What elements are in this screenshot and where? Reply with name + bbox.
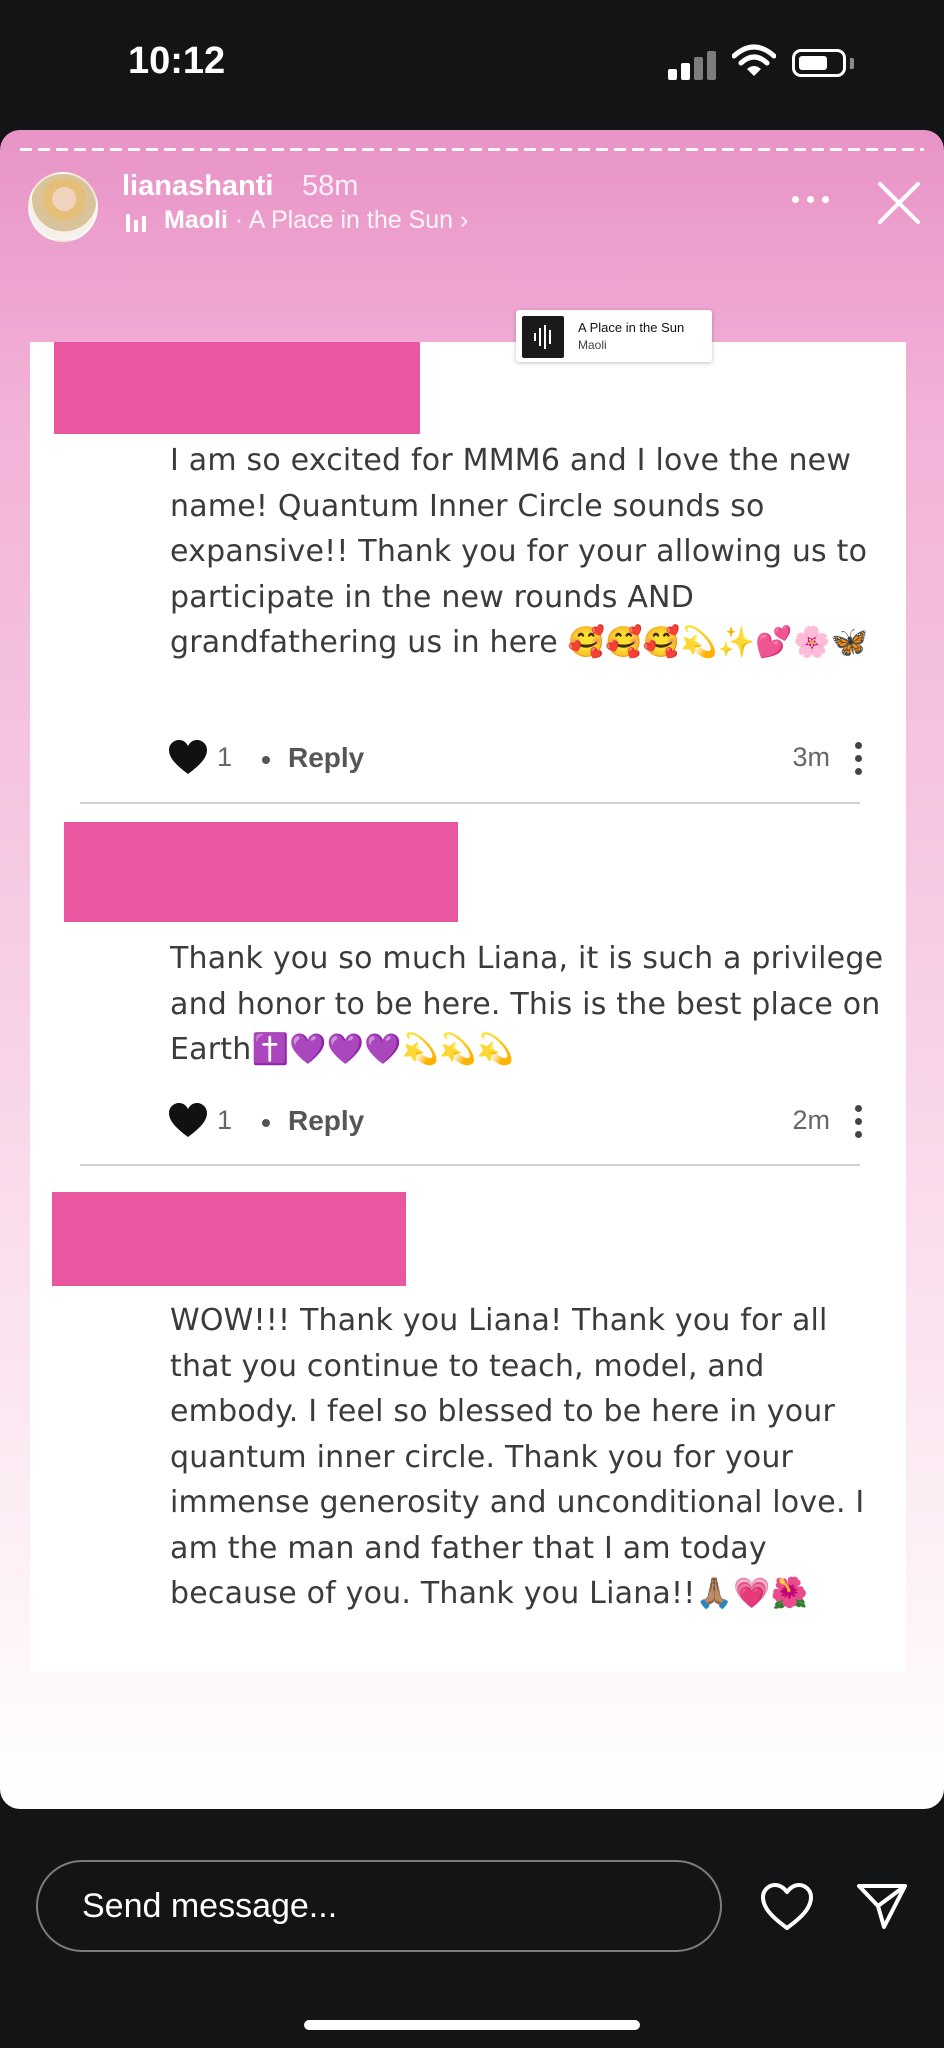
avatar[interactable] [28, 172, 98, 242]
separator-dot [262, 1119, 270, 1127]
comments-screenshot: I am so excited for MMM6 and I love the … [30, 342, 906, 1672]
reply-button[interactable]: Reply [288, 1105, 364, 1137]
share-icon[interactable] [856, 1882, 908, 1930]
more-icon[interactable] [792, 190, 832, 210]
kebab-icon[interactable] [853, 1105, 863, 1139]
music-separator: · [227, 206, 249, 234]
sticker-song-title: A Place in the Sun [578, 320, 685, 335]
kebab-icon[interactable] [853, 742, 863, 776]
battery-tip [850, 58, 854, 69]
like-count: 1 [217, 1105, 233, 1135]
heart-icon[interactable] [168, 740, 208, 776]
story-posted-time: 58m [302, 170, 359, 202]
music-album-icon [522, 316, 564, 358]
divider [80, 802, 860, 804]
comment-time: 2m [792, 1105, 830, 1135]
separator-dot [262, 756, 270, 764]
home-indicator[interactable] [304, 2020, 640, 2030]
signal-icon [668, 50, 718, 80]
music-bars-icon [126, 212, 150, 232]
heart-icon[interactable] [168, 1103, 208, 1139]
like-count: 1 [217, 742, 233, 772]
redacted-name [54, 342, 420, 434]
status-time: 10:12 [128, 40, 226, 82]
story-music-link[interactable]: Maoli · A Place in the Sun › [164, 206, 468, 235]
comment-text: WOW!!! Thank you Liana! Thank you for al… [170, 1303, 875, 1611]
heart-icon[interactable] [760, 1882, 814, 1932]
close-icon[interactable] [874, 178, 924, 228]
divider [80, 1164, 860, 1166]
battery-icon [792, 49, 846, 77]
comment-text: I am so excited for MMM6 and I love the … [170, 443, 877, 660]
music-sticker[interactable]: A Place in the Sun Maoli [516, 310, 712, 362]
music-song: A Place in the Sun › [248, 206, 469, 234]
story-progress-bar [20, 148, 924, 151]
redacted-name [52, 1192, 406, 1286]
music-artist: Maoli [164, 206, 228, 234]
reply-button[interactable]: Reply [288, 742, 364, 774]
story-username[interactable]: lianashanti [122, 170, 274, 203]
send-message-input[interactable] [36, 1860, 722, 1952]
comment-time: 3m [792, 742, 830, 772]
wifi-icon [732, 44, 776, 76]
comment-text: Thank you so much Liana, it is such a pr… [170, 941, 893, 1067]
sticker-artist: Maoli [578, 338, 607, 352]
story-card[interactable]: lianashanti 58m Maoli · A Place in the S… [0, 130, 944, 1809]
redacted-name [64, 822, 458, 922]
